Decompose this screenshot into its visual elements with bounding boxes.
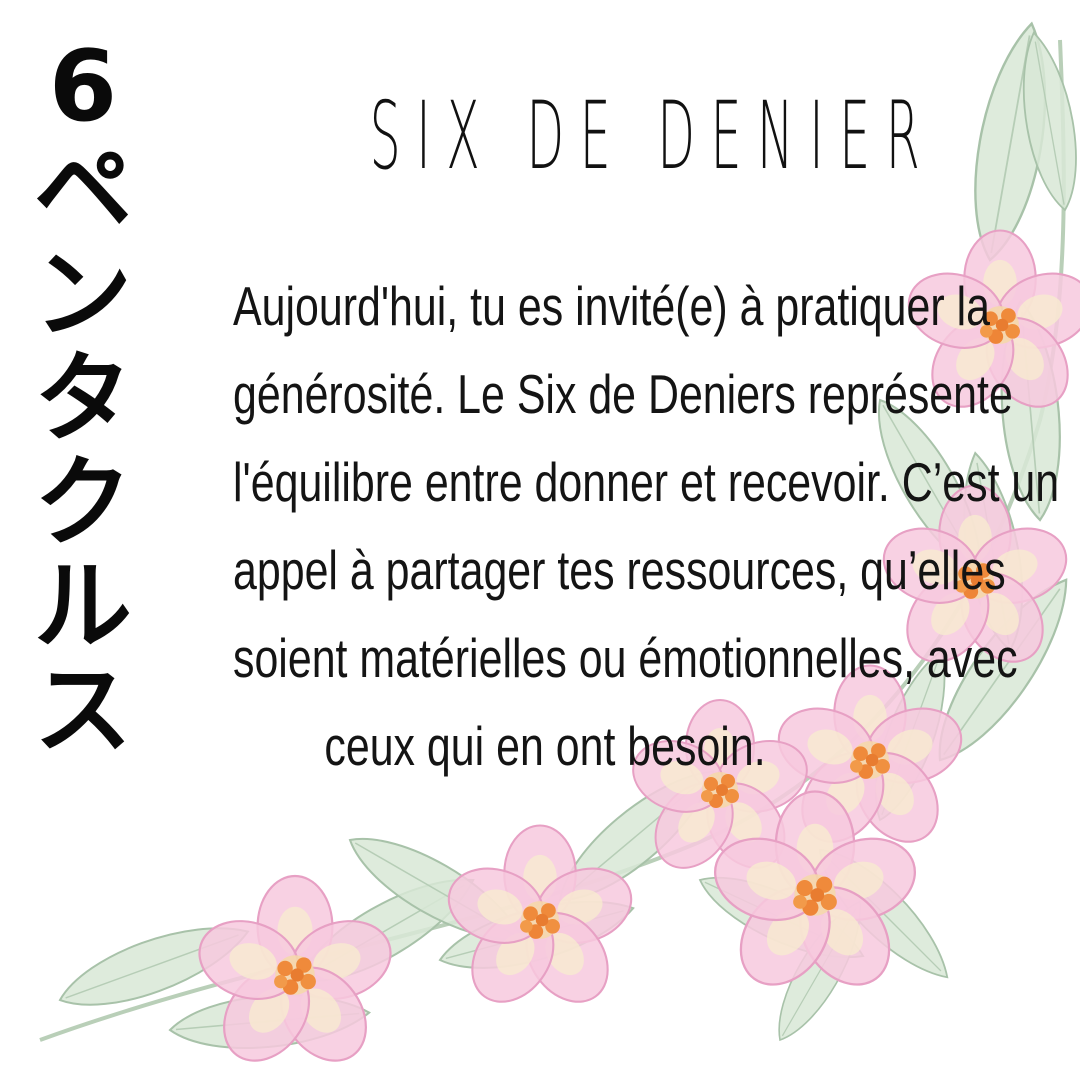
tarot-card: 6 ペ ン タ ク ル ス SIX DE DENIER Aujourd'hui,… (0, 0, 1080, 1080)
description-line: ceux qui en ont besoin. (324, 715, 766, 777)
description-line: appel à partager tes ressources, qu’elle… (233, 539, 1006, 601)
vertical-title-char: ン (33, 238, 132, 352)
vertical-title-char: ペ (33, 134, 132, 248)
vertical-title-char: ル (33, 550, 132, 664)
description-line: Aujourd'hui, tu es invité(e) à pratiquer… (233, 275, 990, 337)
vertical-title-char: タ (33, 342, 132, 456)
card-title: SIX DE DENIER (369, 82, 936, 191)
card-description: Aujourd'hui, tu es invité(e) à pratiquer… (233, 262, 1060, 790)
vertical-title-char: 6 (48, 30, 118, 144)
description-line: soient matérielles ou émotionnelles, ave… (233, 627, 1018, 689)
vertical-japanese-title: 6 ペ ン タ ク ル ス (28, 38, 138, 766)
vertical-title-char: ク (33, 446, 132, 560)
description-line: l'équilibre entre donner et recevoir. C’… (233, 451, 1060, 513)
vertical-title-char: ス (33, 654, 132, 768)
description-line: générosité. Le Six de Deniers représente (233, 363, 1013, 425)
